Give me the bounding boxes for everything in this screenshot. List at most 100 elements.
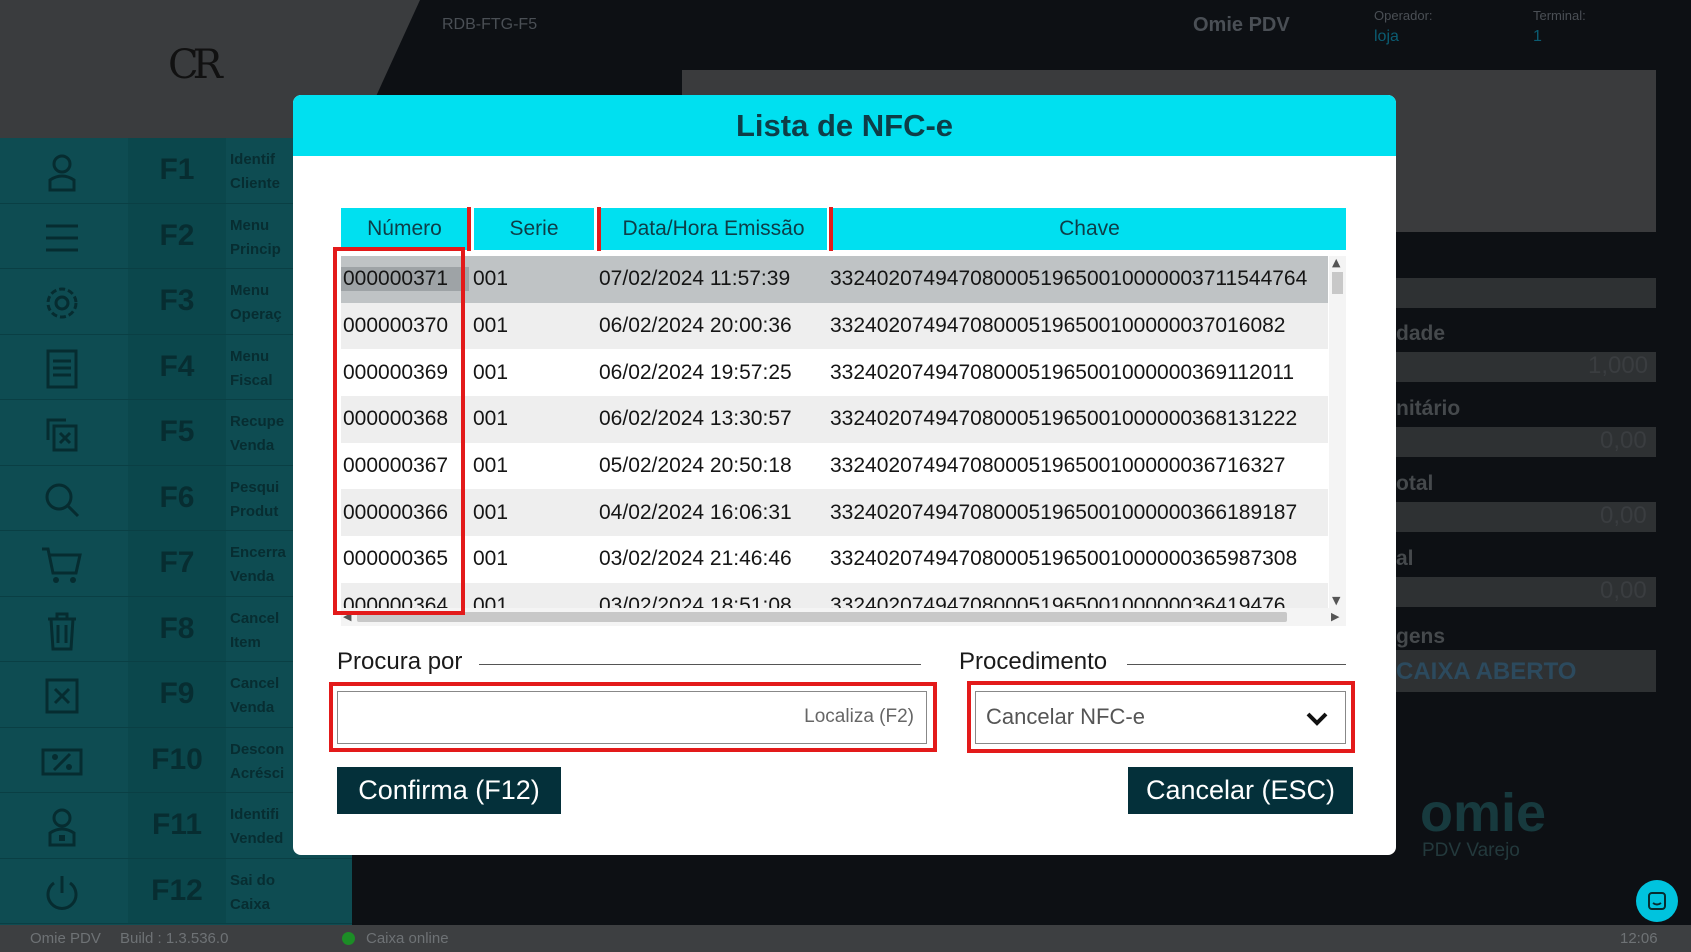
column-header-data-hora[interactable]: Data/Hora Emissão xyxy=(600,208,827,250)
cell-numero: 000000370 xyxy=(343,314,449,338)
procedure-select[interactable]: Cancelar NFC-e xyxy=(975,691,1346,744)
status-text: Caixa online xyxy=(366,930,449,947)
cell-data-hora: 06/02/2024 13:30:57 xyxy=(599,407,792,431)
sidebar-item-f12[interactable]: F12 Sai do Caixa xyxy=(0,858,352,924)
terminal-value: 1 xyxy=(1533,28,1542,45)
user-icon xyxy=(48,154,76,192)
nfce-grid: Número Serie Data/Hora Emissão Chave 000… xyxy=(341,208,1346,626)
cell-chave: 3324020749470800051965001000000368131222 xyxy=(830,407,1298,431)
terminal-label: Terminal: xyxy=(1533,8,1586,23)
table-row[interactable]: 000000370 001 06/02/2024 20:00:36 332402… xyxy=(341,302,1328,350)
procedure-section-label: Procedimento xyxy=(959,648,1108,675)
dialog-header: Lista de NFC-e xyxy=(293,95,1396,156)
trash-icon xyxy=(48,612,76,650)
table-row[interactable]: 000000367 001 05/02/2024 20:50:18 332402… xyxy=(341,442,1328,490)
sidebar-key: F11 xyxy=(128,793,226,858)
status-build: Build : 1.3.536.0 xyxy=(120,930,229,947)
cell-serie: 001 xyxy=(473,314,509,338)
cancel-button[interactable]: Cancelar (ESC) xyxy=(1128,767,1353,814)
sidebar-label: Recupe Venda xyxy=(230,413,285,454)
sidebar-label: Cancel Venda xyxy=(230,675,280,716)
cell-chave: 3324020749470800051965001000000369112011 xyxy=(830,360,1295,384)
horizontal-scrollbar[interactable]: ◀ ▶ xyxy=(341,608,1346,626)
dialog-title: Lista de NFC-e xyxy=(735,107,954,143)
column-header-chave[interactable]: Chave xyxy=(833,208,1346,250)
cell-numero: 000000371 xyxy=(341,267,469,292)
search-section-line xyxy=(479,664,921,665)
table-row[interactable]: 000000369 001 06/02/2024 19:57:25 332402… xyxy=(341,349,1328,397)
scroll-left-icon[interactable]: ◀ xyxy=(343,610,351,623)
status-bar: Omie PDV Build : 1.3.536.0 Caixa online … xyxy=(0,925,1691,952)
column-header-serie[interactable]: Serie xyxy=(474,208,594,250)
column-header-numero[interactable]: Número xyxy=(341,208,468,250)
gear-icon xyxy=(46,287,78,319)
sidebar-key: F12 xyxy=(128,858,226,923)
cell-numero: 000000364 xyxy=(343,594,449,608)
vertical-scroll-thumb[interactable] xyxy=(1332,272,1343,294)
operator-label: Operador: xyxy=(1374,8,1433,23)
cell-serie: 001 xyxy=(473,454,509,478)
sidebar-label: Menu Princip xyxy=(230,216,281,258)
chat-button[interactable] xyxy=(1636,880,1678,922)
vertical-scrollbar[interactable]: ▲ ▼ xyxy=(1329,256,1346,608)
cell-numero: 000000367 xyxy=(343,454,449,478)
messages-label: gens xyxy=(1396,625,1446,648)
procedure-section-line xyxy=(1127,664,1346,665)
table-row[interactable]: 000000364 001 03/02/2024 18:51:08 332402… xyxy=(341,582,1328,608)
sidebar-key: F1 xyxy=(128,138,226,203)
cell-chave: 3324020749470800051965001000000366189187 xyxy=(830,500,1298,524)
cell-data-hora: 06/02/2024 19:57:25 xyxy=(599,360,792,384)
cell-serie: 001 xyxy=(473,267,509,291)
terminal-code: RDB-FTG-F5 xyxy=(442,16,538,33)
sidebar-label: Sai do Caixa xyxy=(230,871,276,913)
scroll-down-icon[interactable]: ▼ xyxy=(1332,594,1340,607)
confirm-button[interactable]: Confirma (F12) xyxy=(337,767,561,814)
sidebar-key: F8 xyxy=(128,596,226,661)
cell-chave: 3324020749470800051965001000000371154476… xyxy=(830,267,1308,291)
cell-numero: 000000368 xyxy=(343,407,449,431)
table-row[interactable]: 000000371 001 07/02/2024 11:57:39 332402… xyxy=(341,256,1328,303)
search-input[interactable]: Localiza (F2) xyxy=(337,691,927,744)
close-box-icon xyxy=(45,678,79,714)
sidebar-key: F3 xyxy=(128,269,226,334)
nfce-list-dialog: Lista de NFC-e Número Serie Data/Hora Em… xyxy=(293,95,1396,855)
sidebar-label: Encerra Venda xyxy=(230,544,286,585)
cell-chave: 332402074947080005196500100000036716327 xyxy=(830,454,1286,478)
cell-chave: 3324020749470800051965001000000365987308 xyxy=(830,547,1298,571)
cell-chave: 332402074947080005196500100000036419476 xyxy=(830,594,1286,608)
cell-numero: 000000366 xyxy=(343,500,449,524)
chevron-down-icon xyxy=(1306,712,1328,726)
omie-subtitle: PDV Varejo xyxy=(1422,840,1520,861)
table-row[interactable]: 000000368 001 06/02/2024 13:30:57 332402… xyxy=(341,396,1328,443)
quantity-value: 1,000 xyxy=(1588,352,1649,379)
cell-data-hora: 03/02/2024 21:46:46 xyxy=(599,547,792,571)
horizontal-scroll-thumb[interactable] xyxy=(357,612,1287,622)
cell-data-hora: 05/02/2024 20:50:18 xyxy=(599,454,792,478)
grid-body: 000000371 001 07/02/2024 11:57:39 332402… xyxy=(341,256,1328,608)
scroll-up-icon[interactable]: ▲ xyxy=(1332,256,1340,269)
cell-serie: 001 xyxy=(473,407,509,431)
item-description-field xyxy=(1396,278,1656,308)
cell-data-hora: 06/02/2024 20:00:36 xyxy=(599,314,792,338)
sidebar-key: F10 xyxy=(128,727,226,792)
unit-price-label: nitário xyxy=(1396,397,1461,420)
final-total-label: al xyxy=(1396,547,1414,570)
grid-header: Número Serie Data/Hora Emissão Chave xyxy=(341,208,1346,250)
sidebar-label: Cancel Item xyxy=(230,609,280,651)
product-name: Omie PDV xyxy=(1193,14,1290,36)
table-row[interactable]: 000000366 001 04/02/2024 16:06:31 332402… xyxy=(341,489,1328,537)
chat-icon xyxy=(1648,892,1666,910)
cell-serie: 001 xyxy=(473,500,509,524)
sidebar-label: Pesqui Produt xyxy=(230,478,280,520)
search-icon xyxy=(45,483,80,517)
table-row[interactable]: 000000365 001 03/02/2024 21:46:46 332402… xyxy=(341,536,1328,583)
status-app-name: Omie PDV xyxy=(30,930,101,947)
unit-price-value: 0,00 xyxy=(1600,427,1647,454)
cell-data-hora: 04/02/2024 16:06:31 xyxy=(599,500,792,524)
status-time: 12:06 xyxy=(1620,930,1658,947)
scroll-right-icon[interactable]: ▶ xyxy=(1331,610,1339,623)
cell-data-hora: 07/02/2024 11:57:39 xyxy=(599,267,791,291)
cell-numero: 000000365 xyxy=(343,547,449,571)
search-hint: Localiza (F2) xyxy=(804,706,914,727)
total-label: otal xyxy=(1396,472,1434,495)
